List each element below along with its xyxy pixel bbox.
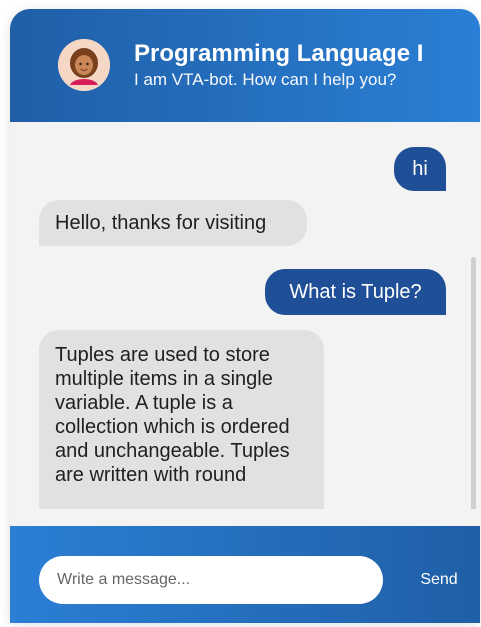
chat-title: Programming Language I [134,40,424,67]
message-input[interactable] [39,556,383,604]
message-scrollbar[interactable] [471,257,476,509]
avatar-illustration [58,39,110,91]
chat-window: Programming Language I I am VTA-bot. How… [10,9,480,623]
chat-subtitle: I am VTA-bot. How can I help you? [134,70,397,89]
chat-header: Programming Language I I am VTA-bot. How… [10,9,480,122]
send-button[interactable]: Send [402,558,476,602]
user-message: What is Tuple? [265,269,446,315]
message-composer: Send [10,526,480,623]
message-list: hi Hello, thanks for visiting What is Tu… [10,122,480,509]
bot-avatar-icon [58,39,110,91]
user-message: hi [394,147,446,191]
bot-message: Tuples are used to store multiple items … [39,330,324,509]
bot-message: Hello, thanks for visiting [39,200,307,246]
